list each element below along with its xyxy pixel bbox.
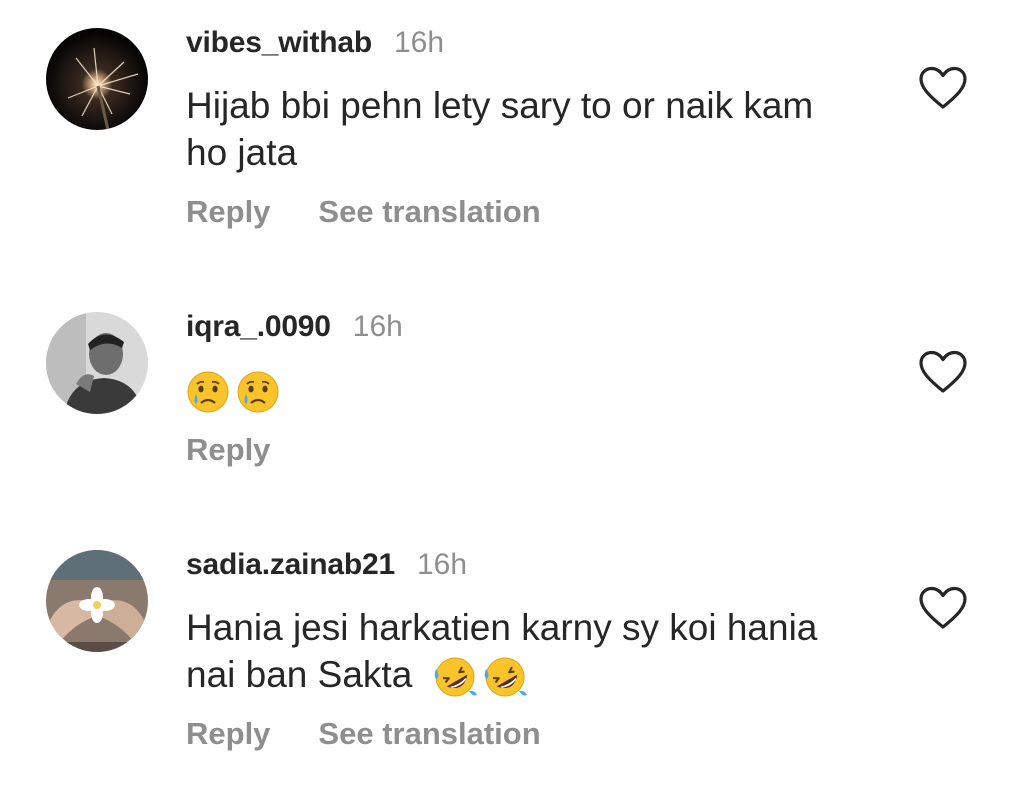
heart-outline-icon xyxy=(919,66,967,109)
rolling-on-floor-laughing-emoji xyxy=(434,657,477,697)
flower-in-hands-avatar-image xyxy=(46,550,148,652)
person-photo-avatar-image xyxy=(46,312,148,414)
reply-button[interactable]: Reply xyxy=(186,194,270,230)
emoji-row xyxy=(433,655,527,699)
emoji-row xyxy=(186,370,280,414)
like-button[interactable] xyxy=(918,350,968,394)
comment-time: 16h xyxy=(352,310,403,343)
rolling-on-floor-laughing-emoji xyxy=(484,657,527,697)
like-button[interactable] xyxy=(918,586,968,630)
comment-time: 16h xyxy=(416,548,468,581)
comment-text-line: Hania jesi harkatien karny sy koi hania xyxy=(186,607,818,648)
reply-button[interactable]: Reply xyxy=(186,716,270,752)
comment-text: Hijab bbi pehn lety sary to or naik kam … xyxy=(186,82,886,176)
comment-text-line: nai ban Sakta xyxy=(186,654,413,695)
avatar[interactable] xyxy=(46,550,148,652)
comment-text-line: Hijab bbi pehn lety sary to or naik kam xyxy=(186,85,814,126)
reply-button[interactable]: Reply xyxy=(186,432,270,468)
avatar[interactable] xyxy=(46,28,148,130)
comment-username[interactable]: sadia.zainab21 xyxy=(186,548,395,582)
comment-time: 16h xyxy=(394,26,445,59)
avatar[interactable] xyxy=(46,312,148,414)
comment-text-line-wrap: nai ban Sakta xyxy=(186,651,886,699)
see-translation-button[interactable]: See translation xyxy=(318,194,540,230)
comment-text: Hania jesi harkatien karny sy koi hania … xyxy=(186,604,886,699)
comment-username[interactable]: iqra_.0090 xyxy=(186,310,331,344)
sparkler-avatar-image xyxy=(46,28,148,130)
see-translation-button[interactable]: See translation xyxy=(318,716,540,752)
comment-text xyxy=(186,366,886,414)
heart-outline-icon xyxy=(919,586,967,629)
crying-face-emoji xyxy=(187,371,229,413)
heart-outline-icon xyxy=(919,350,967,393)
comment-text-line: ho jata xyxy=(186,132,298,173)
crying-face-emoji xyxy=(237,371,279,413)
comment-username[interactable]: vibes_withab xyxy=(186,26,372,60)
like-button[interactable] xyxy=(918,66,968,110)
